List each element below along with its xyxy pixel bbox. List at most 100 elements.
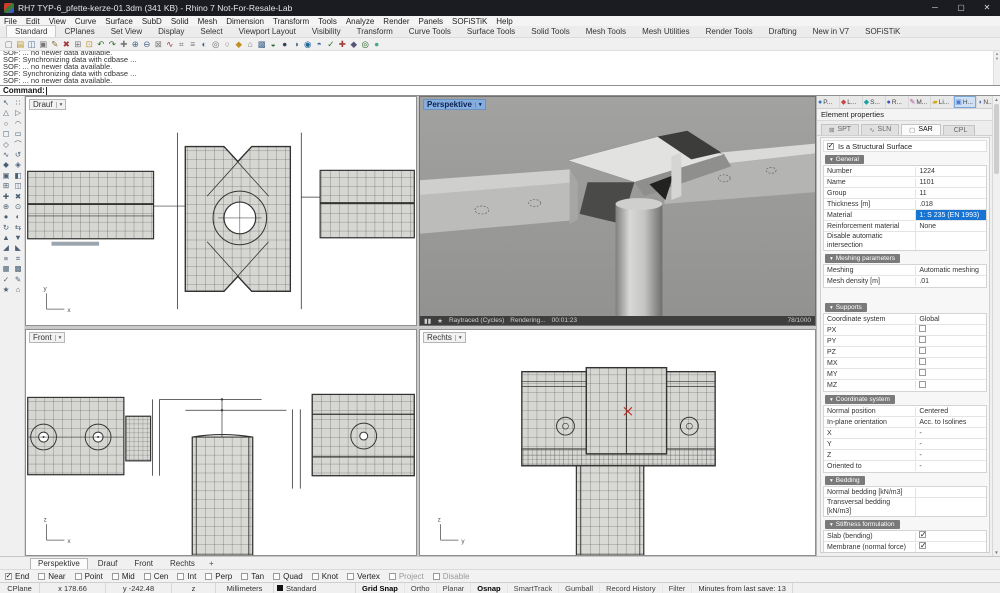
tool-icon[interactable]: ▣ [0, 171, 12, 181]
toolbar-icon[interactable]: ▢ [3, 38, 15, 50]
toolbar-icon[interactable]: ▣ [38, 38, 50, 50]
property-value[interactable] [916, 369, 986, 379]
toolbar-icon[interactable]: ✖ [61, 38, 73, 50]
panel-tab[interactable]: ● R... [886, 96, 909, 108]
property-value[interactable]: Global [916, 315, 986, 324]
panel-scrollbar[interactable]: ▲ ▼ [992, 96, 1000, 556]
tool-icon[interactable]: ▦ [0, 264, 12, 274]
toolbar-tab[interactable]: Mesh Tools [578, 26, 634, 37]
toolbar-tab[interactable]: Display [150, 26, 192, 37]
property-value[interactable]: 11 [916, 189, 986, 198]
tool-icon[interactable]: △ [0, 108, 12, 118]
property-checkbox[interactable] [919, 358, 926, 365]
viewport-menu-arrow[interactable]: ▾ [55, 335, 62, 341]
history-scrollbar[interactable]: ▲▼ [993, 51, 1000, 85]
osnap-option[interactable]: Tan [241, 572, 264, 581]
tool-icon[interactable]: ◆ [0, 160, 12, 170]
property-value[interactable]: - [916, 451, 986, 460]
toolbar-icon[interactable]: ▩ [256, 38, 268, 50]
osnap-option[interactable]: Quad [273, 572, 303, 581]
osnap-option[interactable]: End [5, 572, 29, 581]
menu-item[interactable]: Surface [105, 17, 133, 26]
property-value[interactable] [916, 542, 986, 552]
osnap-checkbox[interactable] [312, 573, 319, 580]
section-header[interactable]: ▾Coordinate system [825, 395, 895, 404]
tool-icon[interactable]: ▢ [0, 129, 12, 139]
toolbar-icon[interactable]: ⊖ [141, 38, 153, 50]
osnap-checkbox[interactable] [144, 573, 151, 580]
osnap-checkbox[interactable] [75, 573, 82, 580]
menu-item[interactable]: Dimension [226, 17, 264, 26]
menu-item[interactable]: Panels [419, 17, 443, 26]
toolbar-icon[interactable]: ⌂ [245, 38, 257, 50]
osnap-option[interactable]: Disable [433, 572, 470, 581]
toolbar-icon[interactable]: ✎ [49, 38, 61, 50]
toolbar-icon[interactable]: ↶ [95, 38, 107, 50]
add-viewport-tab-button[interactable]: + [205, 559, 218, 569]
command-prompt-row[interactable]: Command: [0, 85, 1000, 96]
maximize-button[interactable]: ▢ [948, 0, 974, 16]
property-checkbox[interactable] [919, 336, 926, 343]
tool-icon[interactable]: ↺ [12, 150, 24, 160]
tool-icon[interactable]: ▷ [12, 108, 24, 118]
property-value[interactable]: .01 [916, 277, 986, 286]
toolbar-tab[interactable]: SOFiSTiK [857, 26, 908, 37]
toolbar-icon[interactable]: ∿ [164, 38, 176, 50]
toolbar-icon[interactable]: ⊞ [72, 38, 84, 50]
osnap-checkbox[interactable] [389, 573, 396, 580]
osnap-checkbox[interactable] [205, 573, 212, 580]
osnap-option[interactable]: Knot [312, 572, 338, 581]
star-icon[interactable]: ★ [437, 317, 443, 325]
property-checkbox[interactable] [919, 347, 926, 354]
viewport-tab[interactable]: Rechts [163, 559, 202, 569]
minimize-button[interactable]: ─ [922, 0, 948, 16]
cplane-cell[interactable]: CPlane [0, 583, 40, 593]
section-header[interactable]: ▾Supports [825, 303, 867, 312]
menu-item[interactable]: Analyze [346, 17, 374, 26]
viewport-front[interactable]: Front ▾ [25, 329, 417, 556]
status-toggle[interactable]: Filter [663, 583, 693, 593]
osnap-option[interactable]: Near [38, 572, 65, 581]
toolbar-tab[interactable]: Render Tools [698, 26, 761, 37]
tool-icon[interactable]: ↖ [0, 98, 12, 108]
scroll-thumb[interactable] [994, 104, 999, 174]
tool-icon[interactable]: ◠ [12, 119, 24, 129]
viewport-rechts-label[interactable]: Rechts ▾ [423, 332, 466, 343]
tool-icon[interactable]: ◢ [0, 243, 12, 253]
toolbar-tab[interactable]: Transform [349, 26, 401, 37]
osnap-option[interactable]: Int [177, 572, 196, 581]
property-value[interactable]: - [916, 462, 986, 471]
tool-icon[interactable]: ★ [0, 285, 12, 295]
toolbar-icon[interactable]: ● [371, 38, 383, 50]
panel-tab[interactable]: ▰ Li... [931, 96, 954, 108]
property-checkbox[interactable] [919, 325, 926, 332]
toolbar-icon[interactable]: ◑ [291, 38, 303, 50]
osnap-option[interactable]: Project [389, 572, 424, 581]
menu-item[interactable]: Render [383, 17, 409, 26]
tool-icon[interactable]: ✚ [0, 192, 12, 202]
toolbar-icon[interactable]: ≡ [187, 38, 199, 50]
viewport-drauf[interactable]: Drauf ▾ [25, 96, 417, 326]
menu-item[interactable]: Tools [318, 17, 337, 26]
osnap-checkbox[interactable] [273, 573, 280, 580]
status-toggle[interactable]: SmartTrack [508, 583, 559, 593]
viewport-perspektive-label[interactable]: Perspektive ▾ [423, 99, 486, 110]
toolbar-icon[interactable]: ◎ [210, 38, 222, 50]
property-value[interactable]: .018 [916, 200, 986, 209]
structural-surface-row[interactable]: Is a Structural Surface [823, 140, 987, 152]
status-toggle[interactable]: Osnap [471, 583, 507, 593]
tool-icon[interactable]: ∷ [12, 98, 24, 108]
property-checkbox[interactable] [919, 369, 926, 376]
viewport-tab[interactable]: Drauf [91, 559, 125, 569]
property-value[interactable] [916, 347, 986, 357]
element-type-tab[interactable]: CPL [943, 125, 976, 135]
element-type-tab[interactable]: ⊠ SPT [821, 124, 859, 135]
tool-icon[interactable]: ◇ [0, 140, 12, 150]
tool-icon[interactable]: ◈ [12, 160, 24, 170]
property-value[interactable]: Centered [916, 407, 986, 416]
tool-icon[interactable]: ⊙ [12, 202, 24, 212]
raytraced-render[interactable] [420, 97, 815, 316]
toolbar-icon[interactable]: ↷ [107, 38, 119, 50]
tool-icon[interactable]: ◫ [12, 181, 24, 191]
tool-icon[interactable]: ✖ [12, 192, 24, 202]
